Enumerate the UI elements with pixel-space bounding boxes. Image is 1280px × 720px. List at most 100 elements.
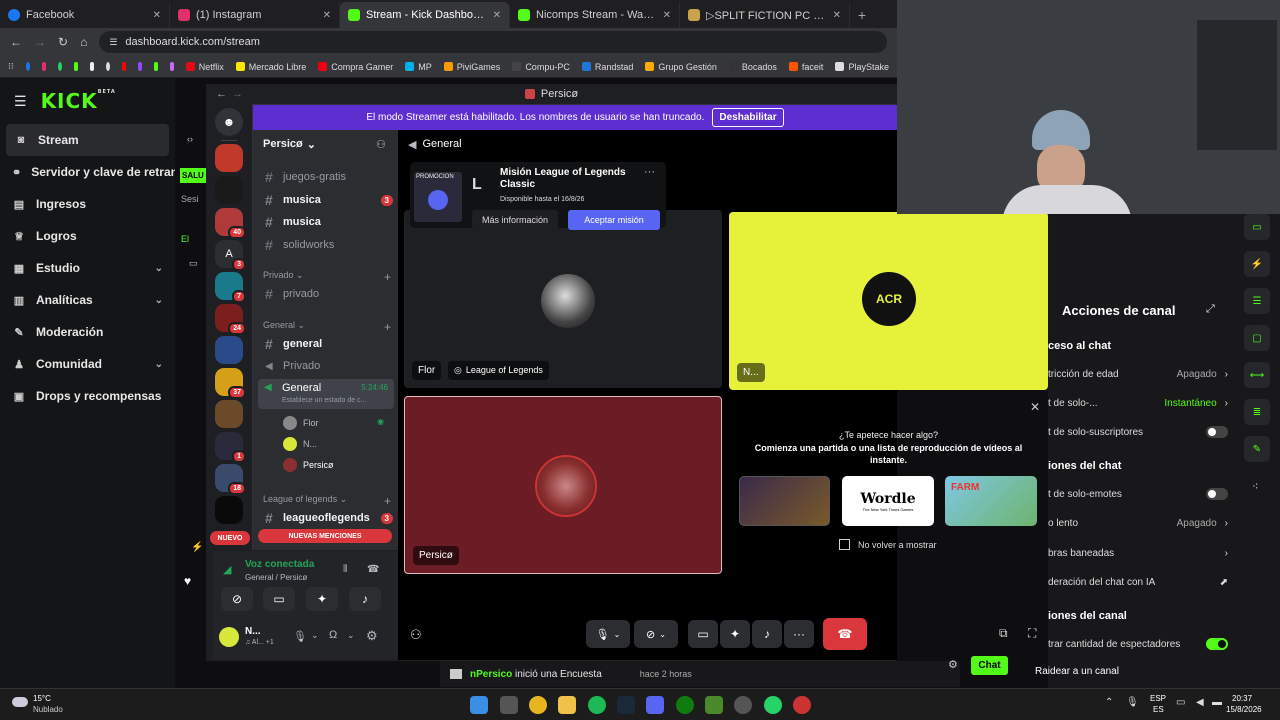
fullscreen-icon[interactable]: ⛶ [1028,626,1036,641]
category-general[interactable]: General ⌄ + [263,320,391,334]
mic-icon[interactable]: 🎙 [293,630,307,643]
category-lol[interactable]: League of legends ⌄ + [263,494,391,508]
minecraft-icon[interactable] [705,696,723,714]
server-header[interactable]: Persicø ⌄ [263,138,316,151]
wrench-icon[interactable]: ✎ [1244,436,1270,462]
server-icon[interactable]: 7 [215,272,246,303]
nav-analiticas[interactable]: ▥ Analíticas ⌄ [0,284,175,316]
menu-icon[interactable]: ☰ [14,93,27,110]
dont-show-checkbox[interactable]: No volver a mostrar [839,539,937,550]
server-icon[interactable] [215,400,243,428]
reload-icon[interactable]: ↻ [58,35,68,49]
bookmark-playstake[interactable]: PlayStake [835,62,889,72]
discord-home-icon[interactable]: ☻ [215,108,243,136]
close-icon[interactable]: ✕ [153,10,161,21]
chat-settings-icon[interactable]: ⚙ [948,658,958,671]
kick-bookmark-icon[interactable] [73,62,78,71]
server-icon[interactable] [215,144,243,172]
emotes-only-toggle[interactable] [1206,488,1228,500]
bookmark-compu-pc[interactable]: Compu-PC [512,62,570,72]
gear-icon[interactable]: ⚙ [366,628,378,644]
close-icon[interactable]: ✕ [663,10,671,21]
new-tab-button[interactable]: + [850,2,874,28]
threads-bookmark-icon[interactable] [105,62,110,71]
ai-moderation-row[interactable]: deración del chat con IA ⬈ [1048,571,1228,593]
close-icon[interactable]: ✕ [833,10,841,21]
mic-control[interactable]: 🎙 ⌄ [586,620,630,648]
subs-only-toggle[interactable] [1206,426,1228,438]
soundboard-button[interactable]: ♪ [349,587,381,611]
channel-solidworks[interactable]: # solidworks [259,235,393,255]
tab-instagram[interactable]: (1) Instagram ✕ [170,2,340,28]
discord-back-icon[interactable]: ← [216,88,227,100]
headphones-icon[interactable]: Ω [329,629,337,641]
link-icon[interactable]: ⟷ [1244,362,1270,388]
nav-comunidad[interactable]: ♟ Comunidad ⌄ [0,348,175,380]
layers-icon[interactable]: ≣ [1244,399,1270,425]
close-icon[interactable]: ✕ [1030,400,1040,414]
xbox-icon[interactable] [676,696,694,714]
add-channel-icon[interactable]: + [384,320,391,334]
new-badge[interactable]: NUEVO [210,531,250,545]
more-info-button[interactable]: Más información [472,210,558,230]
bookmark-faceit[interactable]: faceit [788,62,823,72]
settings-dots-icon[interactable]: ⁖ [1252,480,1258,493]
tab-split-fiction[interactable]: ▷SPLIT FICTION PC ESPAÑOL -✕ [680,2,850,28]
voice-member-n[interactable]: N... [283,437,317,451]
url-input[interactable]: ☰ dashboard.kick.com/stream [99,31,887,53]
viewer-count-toggle[interactable] [1206,638,1228,650]
flash-icon[interactable]: ⚡ [1244,251,1270,277]
list-icon[interactable]: ☰ [1244,288,1270,314]
windows-start-icon[interactable] [470,696,488,714]
twitch-bookmark-icon[interactable] [137,62,142,71]
chrome-icon[interactable] [529,696,547,714]
whatsapp-icon[interactable] [764,696,782,714]
tray-chevron-icon[interactable]: ⌃ [1105,697,1113,708]
bookmark-grupo-gestion[interactable]: Grupo Gestión [645,62,717,72]
home-icon[interactable]: ⌂ [80,35,87,49]
popout-icon[interactable]: ⤢ [1206,303,1215,316]
server-icon[interactable]: 24 [215,304,246,335]
search-icon[interactable] [500,696,518,714]
aliexpress-bookmark-icon[interactable] [169,62,174,71]
popout-icon[interactable]: ⧉ [999,626,1008,641]
noise-suppression-icon[interactable]: ⦀ [343,564,347,575]
server-icon[interactable]: 18 [215,464,246,495]
hang-up-button[interactable]: ☎ [823,618,867,650]
site-info-icon[interactable]: ☰ [109,37,117,48]
channel-musica-2[interactable]: # musica [259,212,393,232]
discord-forward-icon[interactable]: → [232,88,243,100]
back-icon[interactable]: ← [10,35,22,49]
nav-ingresos[interactable]: ▤ Ingresos [0,188,175,220]
voice-channel-general[interactable]: ◀ General 5:24:46 Establece un estado de… [258,379,394,409]
nav-servidor[interactable]: ⚭ Servidor y clave de retran [0,156,178,188]
close-icon[interactable]: ✕ [323,10,331,21]
channel-privado[interactable]: # privado [259,284,393,304]
tab-facebook[interactable]: Facebook ✕ [0,2,170,28]
video-tile-persico[interactable]: Persicø [404,396,722,574]
whatsapp-bookmark-icon[interactable] [57,62,62,71]
bookmark-netflix[interactable]: Netflix [185,62,224,72]
nav-estudio[interactable]: ▦ Estudio ⌄ [0,252,175,284]
slow-mode-row[interactable]: o lento Apagado › [1048,512,1228,534]
nav-logros[interactable]: ♕ Logros [0,220,175,252]
app-icon[interactable] [793,696,811,714]
voice-member-flor[interactable]: Flor [283,416,319,430]
server-icon[interactable]: 37 [215,368,246,399]
instagram-bookmark-icon[interactable] [41,62,46,71]
new-mentions-button[interactable]: NUEVAS MENCIONES [258,529,392,543]
mic-tray-icon[interactable]: 🎙 [1126,697,1139,708]
disconnect-icon[interactable]: ☎ [367,564,379,575]
activities-button[interactable]: ✦ [306,587,338,611]
activity-card-wordle[interactable]: Wordle The New York Times Games [842,476,934,526]
nav-stream[interactable]: ◙ Stream [6,124,169,156]
screen-share-control[interactable]: ▭ [688,620,718,648]
bookmark-mp[interactable]: MP [405,62,432,72]
facebook-bookmark-icon[interactable] [25,62,30,71]
video-tile-flor[interactable]: Flor ◎ League of Legends [404,210,722,388]
server-icon[interactable]: 1 [215,432,246,463]
channel-leagueoflegends[interactable]: # leagueoflegends 3 [259,508,393,528]
followers-only-row[interactable]: t de solo-... Instantáneo › [1048,392,1228,414]
more-control[interactable]: ··· [784,620,814,648]
channel-musica[interactable]: # musica 3 [259,190,393,210]
